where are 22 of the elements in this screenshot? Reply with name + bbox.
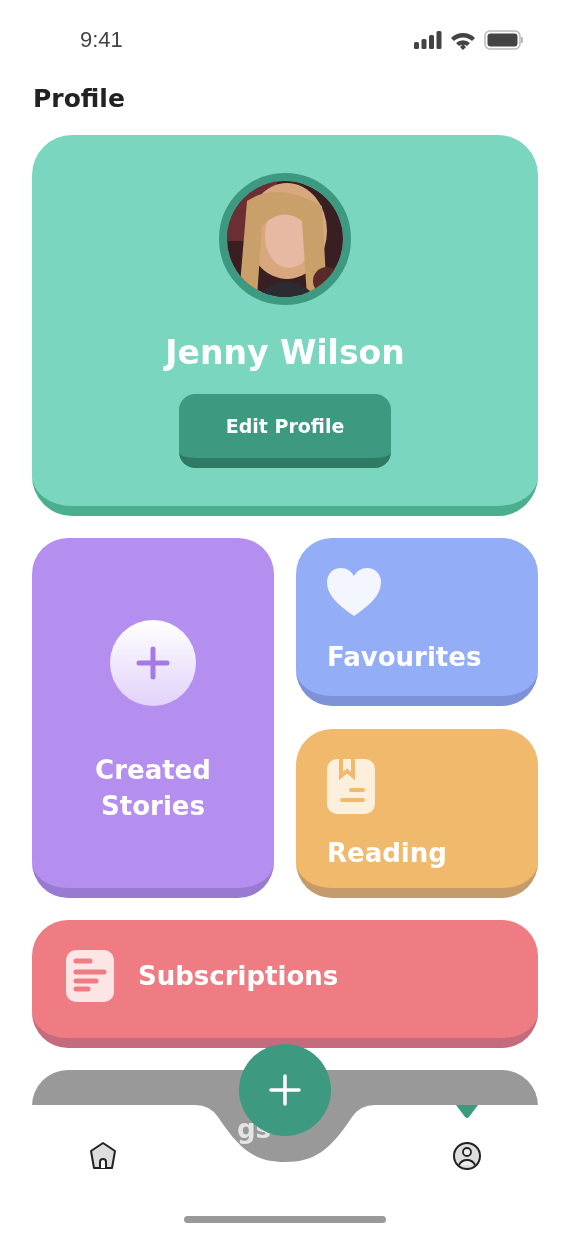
plus-icon (110, 620, 196, 706)
tile-label: Created Stories (94, 754, 212, 823)
signal-icon (414, 31, 442, 49)
tile-label: Reading (327, 838, 447, 868)
plus-icon (268, 1073, 302, 1107)
created-stories-card[interactable]: Created Stories (32, 538, 274, 898)
heart-icon (327, 568, 381, 618)
category-card[interactable]: Favourites (296, 538, 538, 706)
active-indicator-icon (456, 1105, 478, 1119)
subscriptions-card[interactable]: Subscriptions (32, 920, 538, 1048)
tile-label: Favourites (327, 642, 482, 672)
page-title: Profile (33, 84, 125, 113)
tile-label: Subscriptions (138, 961, 339, 991)
status-time: 9:41 (80, 27, 123, 53)
edit-profile-button[interactable]: Edit Profile (179, 394, 391, 468)
user-name: Jenny Wilson (165, 333, 405, 372)
document-icon (66, 950, 114, 1002)
home-icon (88, 1141, 118, 1171)
category-card[interactable]: Reading (296, 729, 538, 898)
battery-icon (484, 30, 524, 50)
book-icon (327, 759, 375, 814)
wifi-icon (450, 30, 476, 50)
